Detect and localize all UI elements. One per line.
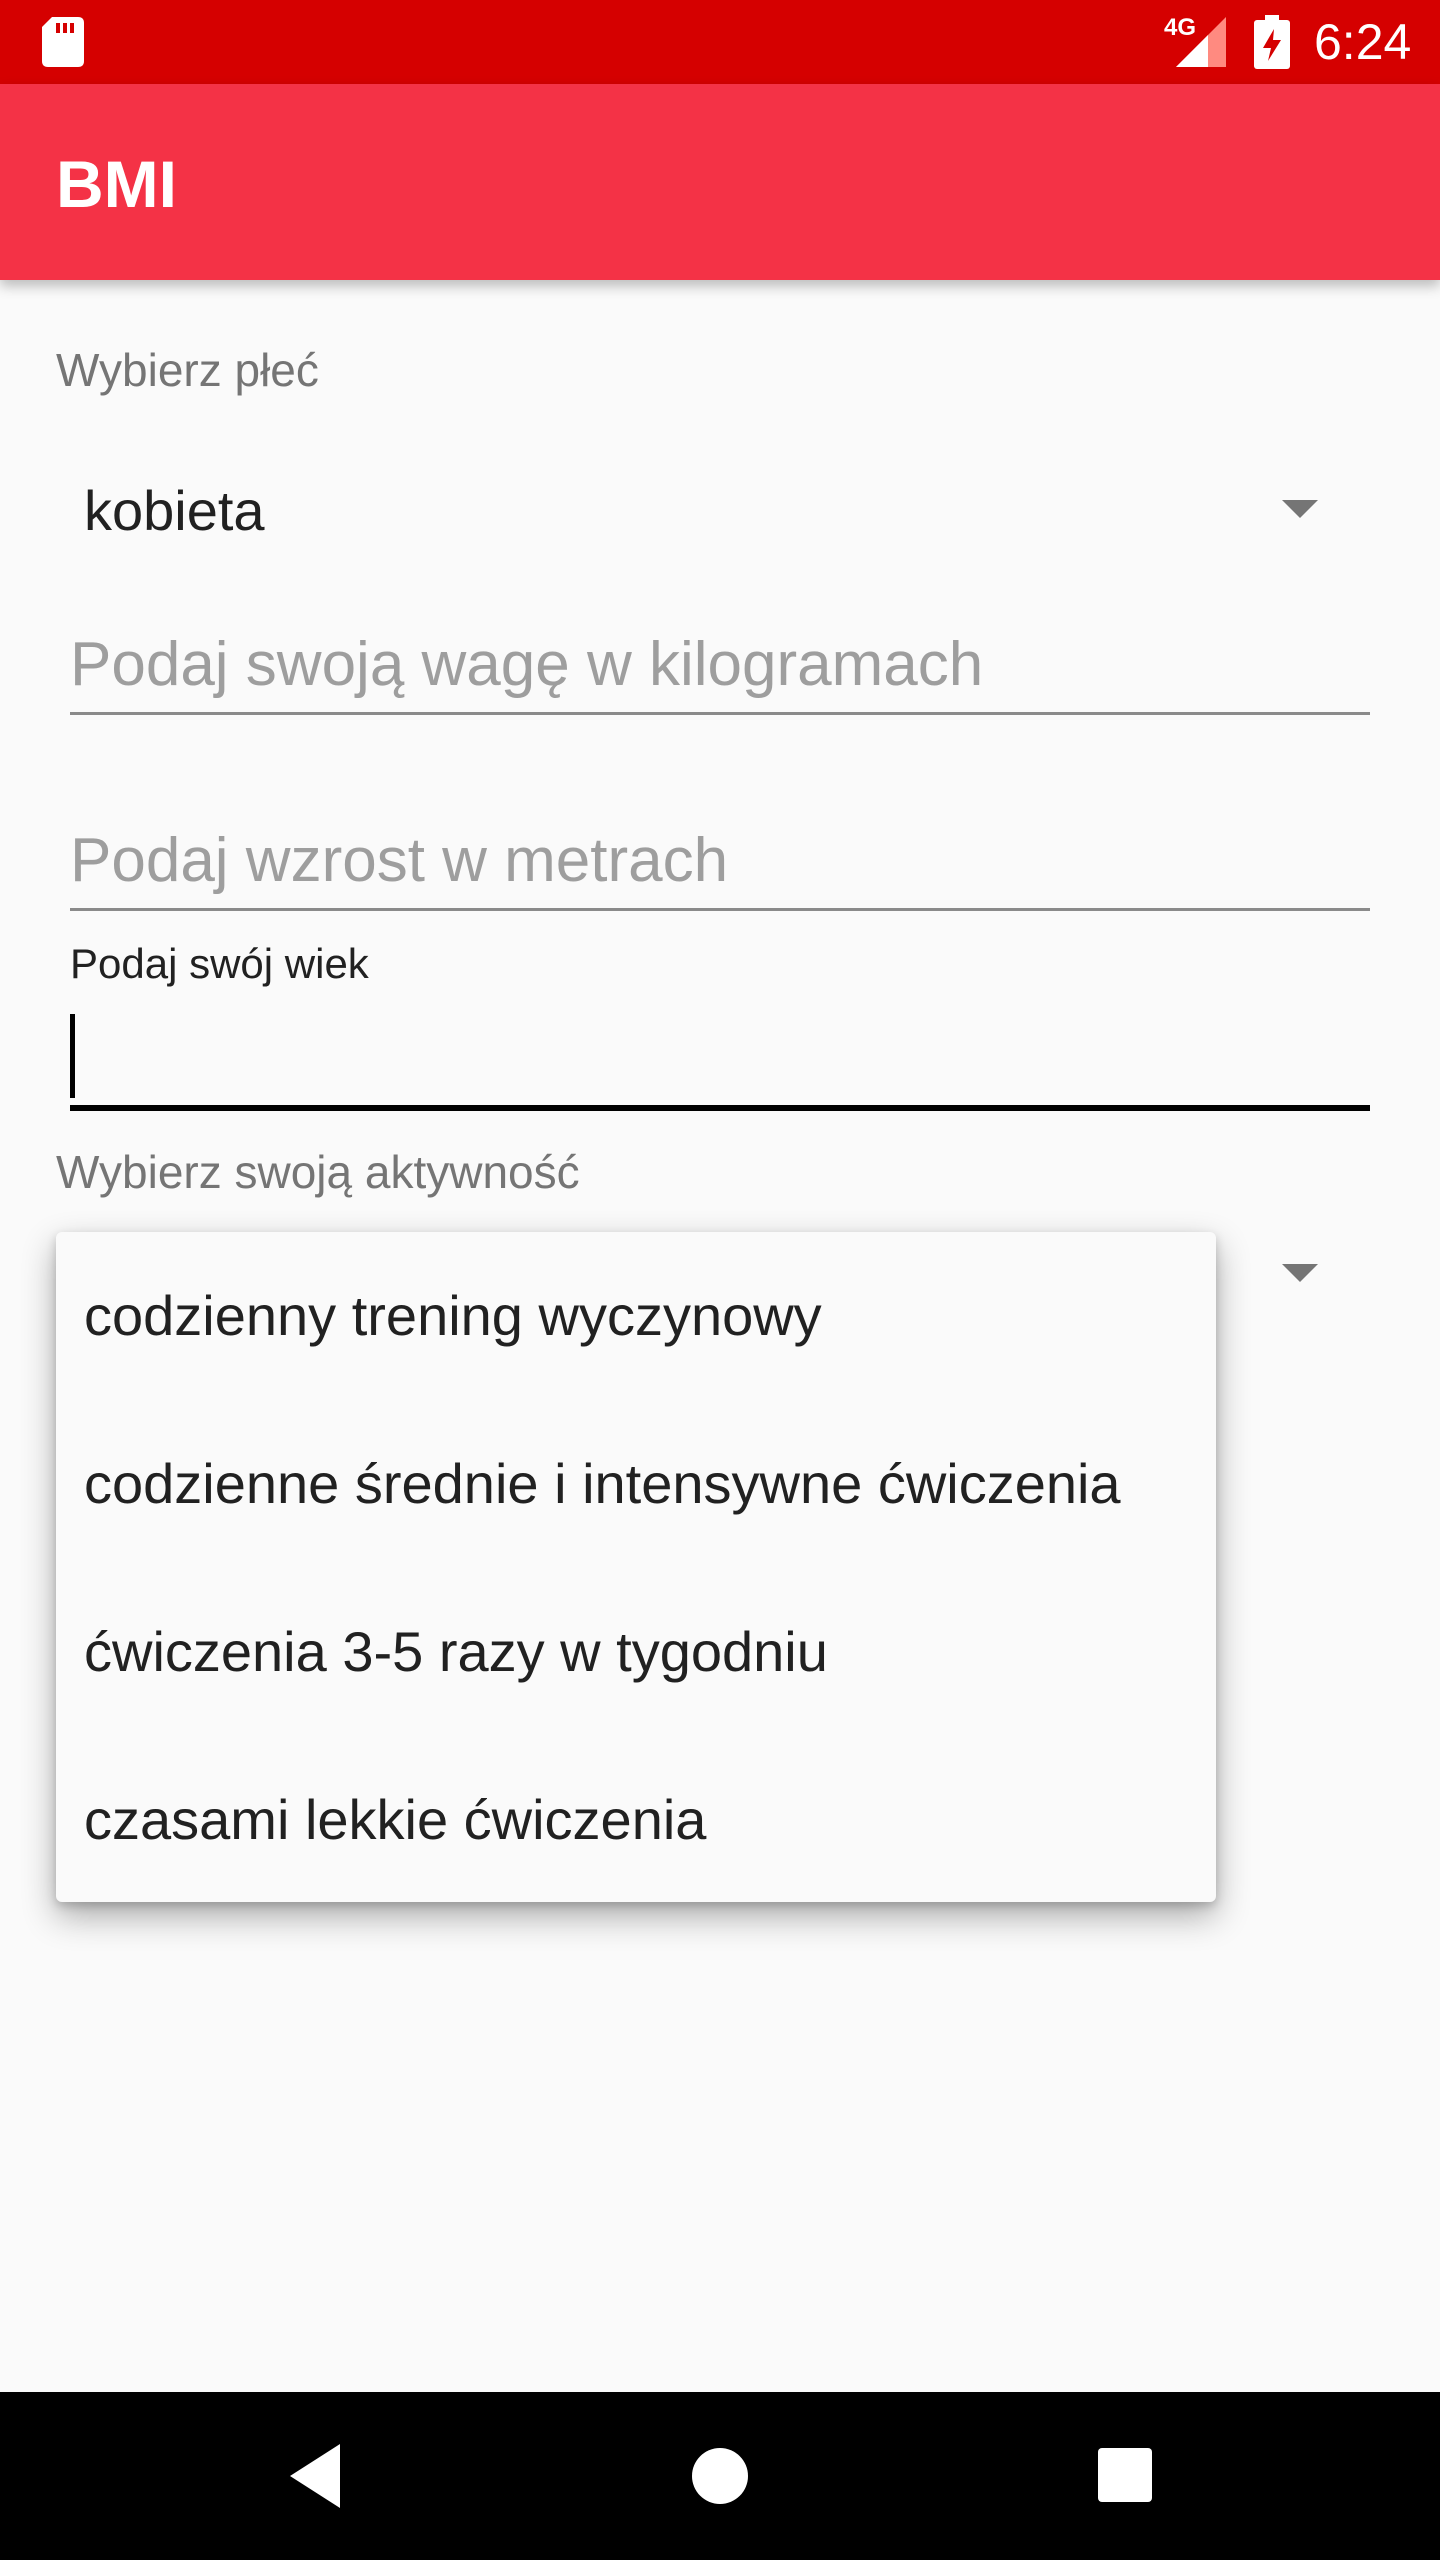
activity-label: Wybierz swoją aktywność: [56, 1146, 580, 1198]
back-icon[interactable]: [286, 2444, 346, 2508]
height-input[interactable]: [70, 810, 1370, 910]
activity-dropdown-menu: codzienny trening wyczynowy codzienne śr…: [56, 1232, 1216, 1902]
chevron-down-icon: [1282, 1264, 1318, 1282]
battery-charging-icon: [1254, 15, 1290, 69]
dropdown-option[interactable]: ćwiczenia 3-5 razy w tygodniu: [56, 1568, 1216, 1736]
sd-card-icon: [42, 17, 84, 67]
app-bar: BMI: [0, 84, 1440, 280]
age-label: Podaj swój wiek: [70, 940, 369, 987]
age-input-underline: [70, 1105, 1370, 1111]
gender-selected-value: kobieta: [84, 479, 265, 542]
app-title: BMI: [56, 147, 177, 221]
height-input-underline: [70, 908, 1370, 911]
weight-input-underline: [70, 712, 1370, 715]
signal-icon: [1176, 17, 1226, 67]
chevron-down-icon: [1282, 500, 1318, 518]
gender-spinner[interactable]: kobieta: [56, 440, 1386, 580]
recents-icon[interactable]: [1098, 2448, 1152, 2502]
weight-input[interactable]: [70, 614, 1370, 714]
dropdown-option[interactable]: czasami lekkie ćwiczenia: [56, 1736, 1216, 1904]
gender-label: Wybierz płeć: [56, 344, 319, 396]
home-icon[interactable]: [690, 2446, 750, 2506]
status-bar: 4G 6:24: [0, 0, 1440, 84]
dropdown-option[interactable]: codzienne średnie i intensywne ćwiczenia: [56, 1400, 1216, 1568]
age-input[interactable]: [70, 1006, 1370, 1106]
clock: 6:24: [1314, 14, 1412, 70]
text-cursor: [70, 1014, 75, 1098]
dropdown-option[interactable]: codzienny trening wyczynowy: [56, 1232, 1216, 1400]
